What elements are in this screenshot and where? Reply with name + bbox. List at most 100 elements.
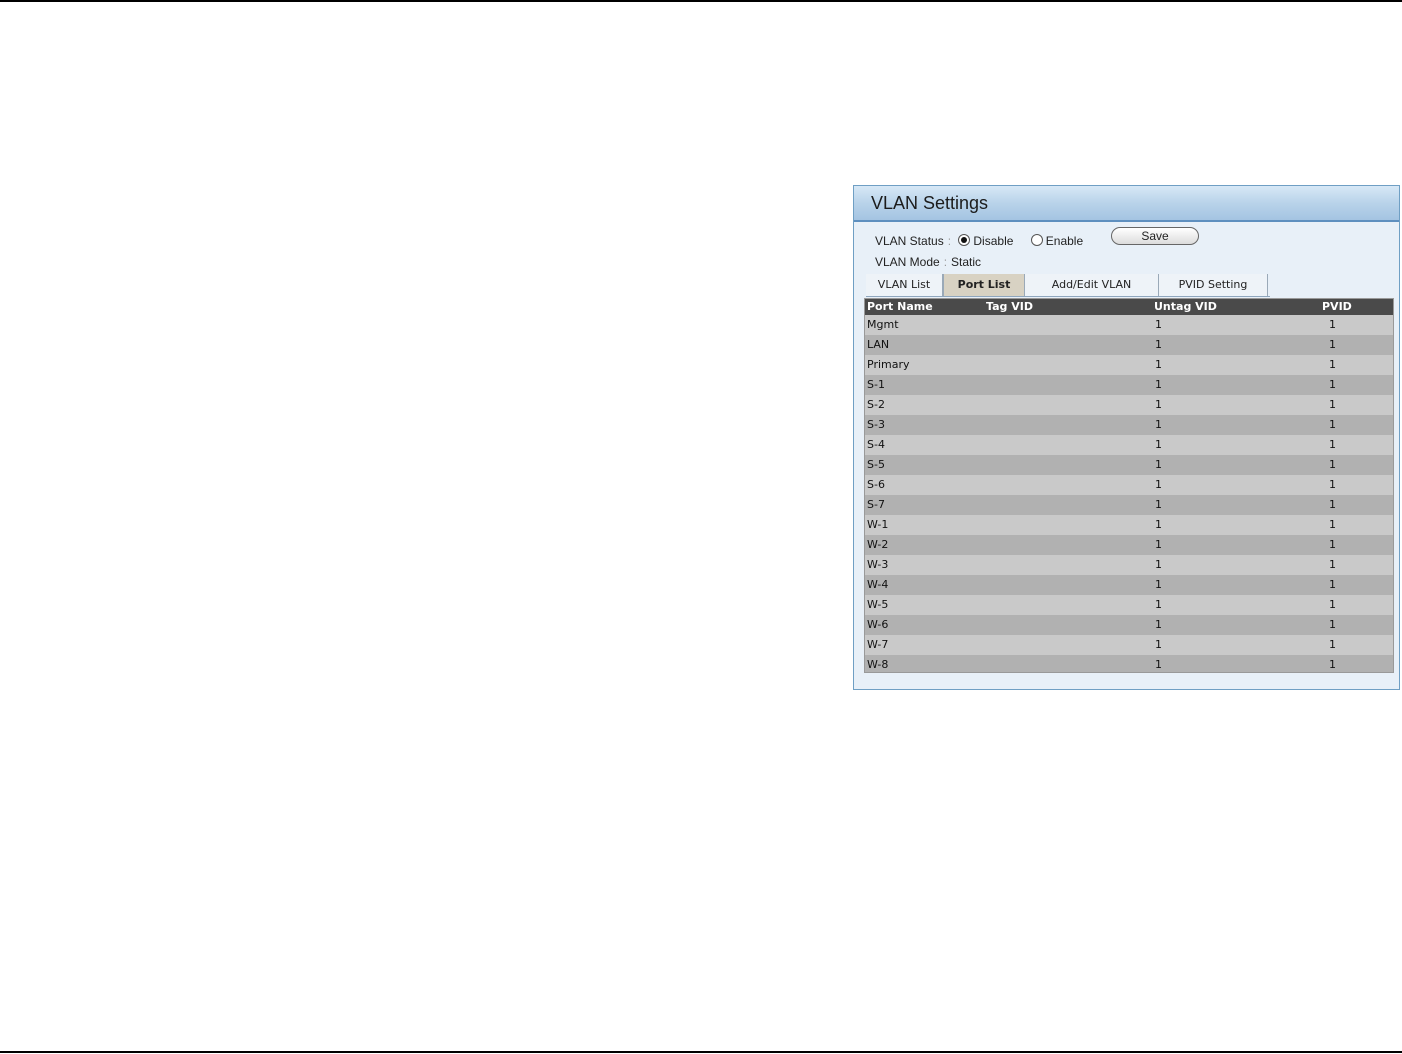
cell-pvid: 1 <box>1329 618 1336 631</box>
table-header: Port Name Tag VID Untag VID PVID <box>865 299 1393 315</box>
table-row: S-7 1 1 <box>865 495 1393 515</box>
cell-port-name: S-3 <box>867 418 885 431</box>
cell-untag-vid: 1 <box>1155 398 1162 411</box>
cell-pvid: 1 <box>1329 478 1336 491</box>
cell-untag-vid: 1 <box>1155 458 1162 471</box>
radio-disable-label: Disable <box>973 234 1014 248</box>
cell-untag-vid: 1 <box>1155 358 1162 371</box>
cell-port-name: W-2 <box>867 538 889 551</box>
cell-untag-vid: 1 <box>1155 518 1162 531</box>
cell-pvid: 1 <box>1329 398 1336 411</box>
cell-port-name: S-2 <box>867 398 885 411</box>
cell-port-name: W-4 <box>867 578 889 591</box>
cell-untag-vid: 1 <box>1155 438 1162 451</box>
cell-port-name: S-1 <box>867 378 885 391</box>
column-untag-vid: Untag VID <box>1154 300 1217 313</box>
cell-pvid: 1 <box>1329 458 1336 471</box>
cell-port-name: Primary <box>867 358 910 371</box>
radio-disable-icon[interactable] <box>958 234 971 246</box>
tab-bar: VLAN List Port List Add/Edit VLAN PVID S… <box>866 274 1270 297</box>
cell-pvid: 1 <box>1329 338 1336 351</box>
panel-title: VLAN Settings <box>854 186 1399 222</box>
cell-port-name: Mgmt <box>867 318 899 331</box>
tab-port-list[interactable]: Port List <box>943 274 1025 296</box>
separator-colon: : <box>947 234 952 248</box>
cell-untag-vid: 1 <box>1155 538 1162 551</box>
tab-vlan-list[interactable]: VLAN List <box>866 274 943 296</box>
cell-port-name: LAN <box>867 338 890 351</box>
table-row: W-4 1 1 <box>865 575 1393 595</box>
vlan-mode-label: VLAN Mode <box>875 255 940 269</box>
cell-untag-vid: 1 <box>1155 498 1162 511</box>
cell-port-name: W-5 <box>867 598 889 611</box>
vlan-settings-panel: VLAN Settings VLAN Status: Disable Enabl… <box>853 185 1400 690</box>
cell-pvid: 1 <box>1329 558 1336 571</box>
table-row: S-2 1 1 <box>865 395 1393 415</box>
vlan-mode-row: VLAN Mode: Static <box>875 254 1075 270</box>
cell-untag-vid: 1 <box>1155 658 1162 671</box>
cell-pvid: 1 <box>1329 358 1336 371</box>
cell-port-name: W-8 <box>867 658 889 671</box>
cell-pvid: 1 <box>1329 578 1336 591</box>
cell-pvid: 1 <box>1329 638 1336 651</box>
cell-pvid: 1 <box>1329 418 1336 431</box>
cell-pvid: 1 <box>1329 438 1336 451</box>
bottom-rule <box>0 1051 1402 1053</box>
table-row: W-8 1 1 <box>865 655 1393 672</box>
radio-enable-icon[interactable] <box>1030 234 1043 246</box>
cell-port-name: W-7 <box>867 638 889 651</box>
cell-untag-vid: 1 <box>1155 318 1162 331</box>
cell-pvid: 1 <box>1329 598 1336 611</box>
save-button[interactable]: Save <box>1111 227 1199 245</box>
cell-untag-vid: 1 <box>1155 558 1162 571</box>
cell-port-name: W-1 <box>867 518 889 531</box>
table-row: W-3 1 1 <box>865 555 1393 575</box>
radio-disable[interactable]: Disable <box>958 232 1013 250</box>
cell-pvid: 1 <box>1329 538 1336 551</box>
table-row: S-6 1 1 <box>865 475 1393 495</box>
vlan-mode-value: Static <box>951 255 982 269</box>
cell-pvid: 1 <box>1329 658 1336 671</box>
cell-untag-vid: 1 <box>1155 338 1162 351</box>
vlan-status-label: VLAN Status <box>875 234 944 248</box>
cell-untag-vid: 1 <box>1155 378 1162 391</box>
table-row: Primary 1 1 <box>865 355 1393 375</box>
port-list-table: Port Name Tag VID Untag VID PVID Mgmt 1 1 L… <box>864 298 1394 673</box>
column-pvid: PVID <box>1322 300 1352 313</box>
table-row: S-1 1 1 <box>865 375 1393 395</box>
cell-pvid: 1 <box>1329 378 1336 391</box>
top-rule <box>0 0 1402 2</box>
cell-untag-vid: 1 <box>1155 478 1162 491</box>
radio-enable-label: Enable <box>1045 234 1084 248</box>
separator-colon: : <box>943 255 948 269</box>
cell-port-name: S-7 <box>867 498 885 511</box>
table-row: LAN 1 1 <box>865 335 1393 355</box>
tab-add-edit-vlan[interactable]: Add/Edit VLAN <box>1025 274 1159 296</box>
cell-pvid: 1 <box>1329 498 1336 511</box>
cell-untag-vid: 1 <box>1155 598 1162 611</box>
table-row: W-2 1 1 <box>865 535 1393 555</box>
column-port-name: Port Name <box>867 300 933 313</box>
table-row: Mgmt 1 1 <box>865 315 1393 335</box>
cell-port-name: S-6 <box>867 478 885 491</box>
table-row: S-5 1 1 <box>865 455 1393 475</box>
table-row: S-3 1 1 <box>865 415 1393 435</box>
table-row: W-5 1 1 <box>865 595 1393 615</box>
table-body: Mgmt 1 1 LAN 1 1 Primary 1 1 S-1 1 1 S-2 1 1 S-3 1 1 S-4 1 1… <box>865 315 1393 672</box>
cell-untag-vid: 1 <box>1155 578 1162 591</box>
cell-pvid: 1 <box>1329 518 1336 531</box>
cell-pvid: 1 <box>1329 318 1336 331</box>
radio-enable[interactable]: Enable <box>1030 232 1084 250</box>
cell-port-name: W-6 <box>867 618 889 631</box>
cell-untag-vid: 1 <box>1155 418 1162 431</box>
cell-untag-vid: 1 <box>1155 618 1162 631</box>
table-row: W-7 1 1 <box>865 635 1393 655</box>
cell-port-name: S-5 <box>867 458 885 471</box>
table-row: W-6 1 1 <box>865 615 1393 635</box>
tab-pvid-setting[interactable]: PVID Setting <box>1159 274 1268 296</box>
cell-untag-vid: 1 <box>1155 638 1162 651</box>
cell-port-name: S-4 <box>867 438 885 451</box>
table-row: S-4 1 1 <box>865 435 1393 455</box>
cell-port-name: W-3 <box>867 558 889 571</box>
column-tag-vid: Tag VID <box>986 300 1033 313</box>
